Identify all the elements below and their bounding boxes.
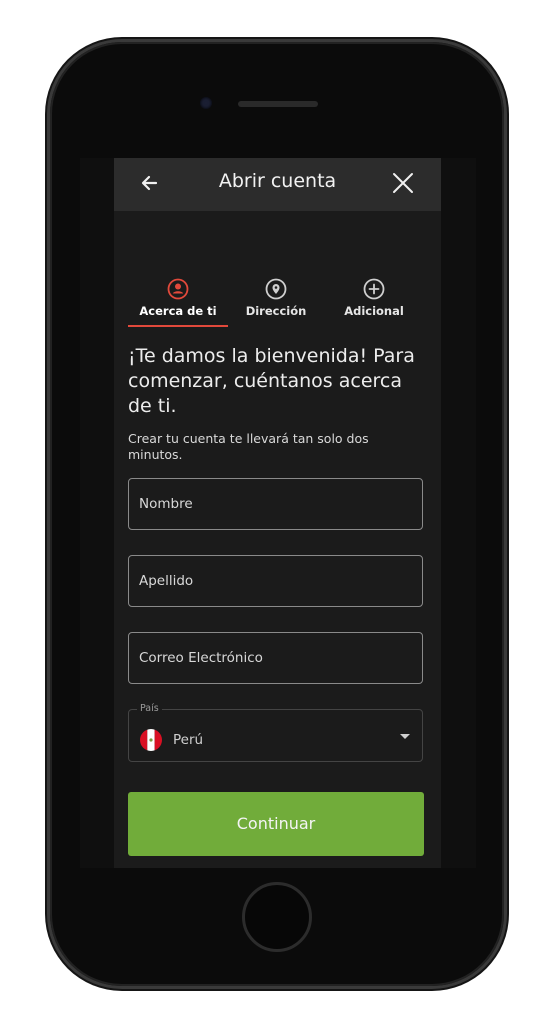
country-value: Perú: [173, 732, 204, 748]
email-placeholder: Correo Electrónico: [139, 650, 263, 666]
active-step-indicator: [128, 325, 228, 327]
step-label: Adicional: [344, 304, 404, 318]
step-label: Acerca de ti: [139, 304, 217, 318]
email-field[interactable]: Correo Electrónico: [128, 632, 423, 684]
back-arrow-icon[interactable]: [136, 168, 164, 198]
step-additional[interactable]: Adicional: [324, 274, 424, 318]
dropdown-arrow-icon: [400, 734, 410, 739]
welcome-heading: ¡Te damos la bienvenida! Para comenzar, …: [128, 345, 415, 417]
last-name-field[interactable]: Apellido: [128, 555, 423, 607]
step-about-you[interactable]: Acerca de ti: [128, 274, 228, 318]
close-icon[interactable]: [390, 170, 416, 196]
welcome-subtext: Crear tu cuenta te llevará tan solo dos …: [128, 431, 369, 462]
first-name-field[interactable]: Nombre: [128, 478, 423, 530]
step-label: Dirección: [245, 304, 307, 318]
plus-circle-icon: [363, 278, 385, 300]
peru-flag-icon: [140, 729, 162, 751]
country-select[interactable]: País Perú: [128, 703, 423, 762]
earpiece-speaker: [238, 101, 318, 107]
step-address[interactable]: Dirección: [226, 274, 326, 318]
open-account-screen: Abrir cuenta Acerca de ti Dirección Adic…: [114, 158, 441, 868]
country-label: País: [137, 703, 162, 714]
side-button-power: [505, 245, 509, 313]
front-camera: [200, 97, 212, 109]
location-pin-icon: [265, 278, 287, 300]
continue-button[interactable]: Continuar: [128, 792, 424, 856]
user-icon: [167, 278, 189, 300]
last-name-placeholder: Apellido: [139, 573, 194, 589]
first-name-placeholder: Nombre: [139, 496, 193, 512]
page-title: Abrir cuenta: [218, 170, 337, 192]
stepper: Acerca de ti Dirección Adicional: [114, 274, 441, 330]
home-button[interactable]: [242, 882, 312, 952]
app-bar: Abrir cuenta: [114, 158, 441, 211]
